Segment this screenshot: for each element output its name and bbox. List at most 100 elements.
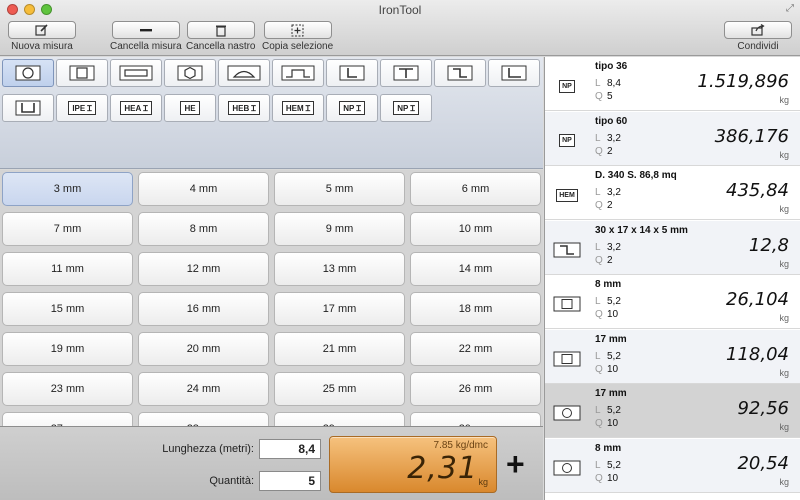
quantity-value: 2 <box>607 254 613 266</box>
item-quantity: Q2 <box>595 146 613 157</box>
profile-np-button[interactable]: NP Ɪ <box>326 94 378 122</box>
length-prefix: L <box>595 296 601 307</box>
thickness-option[interactable]: 22 mm <box>410 332 541 366</box>
np-profile-icon: NP <box>552 77 582 95</box>
profile-tube-button[interactable] <box>272 59 324 87</box>
item-name: tipo 60 <box>595 115 628 127</box>
thickness-grid: 3 mm 4 mm 5 mm 6 mm 7 mm 8 mm 9 mm 10 mm 11 mm 12… <box>0 170 543 426</box>
fullscreen-icon[interactable]: ⤢ <box>786 3 794 14</box>
item-quantity: Q2 <box>595 200 613 211</box>
round-profile-icon <box>552 459 582 477</box>
profile-z-button[interactable] <box>434 59 486 87</box>
item-weight: 118,04 <box>726 343 789 365</box>
profile-l-unequal-button[interactable] <box>488 59 540 87</box>
thickness-option[interactable]: 25 mm <box>274 372 405 406</box>
thickness-option[interactable]: 6 mm <box>410 172 541 206</box>
profile-heb-button[interactable]: HEB Ɪ <box>218 94 270 122</box>
flat-bar-icon <box>119 65 153 81</box>
item-quantity: Q 10 <box>595 364 618 375</box>
profile-hea-button[interactable]: HEA Ɪ <box>110 94 162 122</box>
share-button[interactable]: Condividi <box>724 21 792 52</box>
delete-measure-button[interactable]: Cancella misura <box>110 21 182 52</box>
quantity-prefix: Q <box>595 91 603 102</box>
length-value: 3,2 <box>607 241 621 253</box>
thickness-option[interactable]: 14 mm <box>410 252 541 286</box>
tape-list-item[interactable]: NP tipo 60 L 3,2 Q 2 386,176 kg <box>545 111 800 166</box>
thickness-option[interactable]: 3 mm <box>2 172 133 206</box>
thickness-option[interactable]: 26 mm <box>410 372 541 406</box>
ipe-label: IPE <box>72 103 86 113</box>
tape-list-item[interactable]: 8 mm L 5,2 Q 10 20,54 kg <box>545 438 800 493</box>
quantity-prefix: Q <box>595 145 603 157</box>
thickness-option[interactable]: 16 mm <box>138 292 269 326</box>
tape-list-item[interactable]: 17 mm L 5,2 Q 10 118,04 kg <box>545 329 800 384</box>
profile-label: NP <box>559 79 575 93</box>
thickness-option[interactable]: 24 mm <box>138 372 269 406</box>
item-weight-unit: kg <box>779 258 789 269</box>
copy-selection-button[interactable]: Copia selezione <box>262 21 333 52</box>
share-icon <box>751 24 765 36</box>
omega-profile-icon <box>281 65 315 81</box>
thickness-option[interactable]: 5 mm <box>274 172 405 206</box>
profile-ipe-button[interactable]: IPE Ɪ <box>56 94 108 122</box>
thickness-option[interactable]: 21 mm <box>274 332 405 366</box>
profile-flat-button[interactable] <box>110 59 162 87</box>
profile-np-2-button[interactable]: NP Ɪ <box>380 94 432 122</box>
item-quantity: Q5 <box>595 91 613 102</box>
new-measure-button[interactable]: Nuova misura <box>8 21 76 52</box>
thickness-option[interactable]: 11 mm <box>2 252 133 286</box>
tape-list-item[interactable]: NP tipo 36 L 8,4 Q 5 1.519,896 kg <box>545 57 800 111</box>
tape-list-item[interactable]: 30 x 17 x 14 x 5 mm L 3,2 Q 2 12,8 kg <box>545 220 800 275</box>
profile-angle-button[interactable] <box>326 59 378 87</box>
weight-result-display: 7.85 kg/dmc 2,31 kg <box>329 436 497 493</box>
thickness-option[interactable]: 15 mm <box>2 292 133 326</box>
quantity-label: Quantità: <box>209 475 254 487</box>
length-prefix: L <box>595 132 601 144</box>
input-panel: Lunghezza (metri): 8,4 Quantità: 5 7.85 … <box>0 426 543 500</box>
thickness-option[interactable]: 4 mm <box>138 172 269 206</box>
profile-half-round-button[interactable] <box>218 59 270 87</box>
tape-list-item[interactable]: 17 mm L 5,2 Q 10 92,56 kg <box>545 384 800 438</box>
he-label: HE <box>184 103 196 113</box>
thickness-option[interactable]: 12 mm <box>138 252 269 286</box>
thickness-option[interactable]: 9 mm <box>274 212 405 246</box>
heb-label: HEB <box>232 103 250 113</box>
thickness-option[interactable]: 23 mm <box>2 372 133 406</box>
item-weight: 12,8 <box>748 234 789 256</box>
add-to-tape-button[interactable]: + <box>506 448 525 480</box>
thickness-option[interactable]: 29 mm <box>274 412 405 426</box>
length-label: Lunghezza (metri): <box>162 443 254 455</box>
profile-round-button[interactable] <box>2 59 54 87</box>
density-label: 7.85 kg/dmc <box>433 440 488 451</box>
tape-list-item[interactable]: HEM D. 340 S. 86,8 mq L 3,2 Q 2 435,84 kg <box>545 166 800 220</box>
profile-he-button[interactable]: HE <box>164 94 216 122</box>
i-beam-icon: Ɪ <box>305 103 311 113</box>
window-titlebar: IronTool ⤢ Nuova misura Cancella misura … <box>0 0 800 56</box>
tape-list-item[interactable]: 8 mm L 5,2 Q 10 26,104 kg <box>545 275 800 329</box>
thickness-option[interactable]: 27 mm <box>2 412 133 426</box>
t-profile-icon <box>393 65 419 81</box>
thickness-option[interactable]: 17 mm <box>274 292 405 326</box>
profile-square-button[interactable] <box>56 59 108 87</box>
profile-u-button[interactable] <box>2 94 54 122</box>
clear-tape-button[interactable]: Cancella nastro <box>186 21 255 52</box>
thickness-option[interactable]: 7 mm <box>2 212 133 246</box>
thickness-option[interactable]: 30 mm <box>410 412 541 426</box>
profile-hexagon-button[interactable] <box>164 59 216 87</box>
profile-hem-button[interactable]: HEM Ɪ <box>272 94 324 122</box>
thickness-option[interactable]: 20 mm <box>138 332 269 366</box>
thickness-option[interactable]: 18 mm <box>410 292 541 326</box>
item-weight-unit: kg <box>779 367 789 378</box>
thickness-option[interactable]: 19 mm <box>2 332 133 366</box>
length-input[interactable]: 8,4 <box>259 439 321 459</box>
profile-t-button[interactable] <box>380 59 432 87</box>
quantity-input[interactable]: 5 <box>259 471 321 491</box>
item-quantity: Q 10 <box>595 418 618 429</box>
thickness-option[interactable]: 13 mm <box>274 252 405 286</box>
share-label: Condividi <box>737 41 779 52</box>
quantity-value: 2 <box>607 145 613 157</box>
thickness-option[interactable]: 10 mm <box>410 212 541 246</box>
thickness-option[interactable]: 28 mm <box>138 412 269 426</box>
length-prefix: L <box>595 241 601 253</box>
thickness-option[interactable]: 8 mm <box>138 212 269 246</box>
